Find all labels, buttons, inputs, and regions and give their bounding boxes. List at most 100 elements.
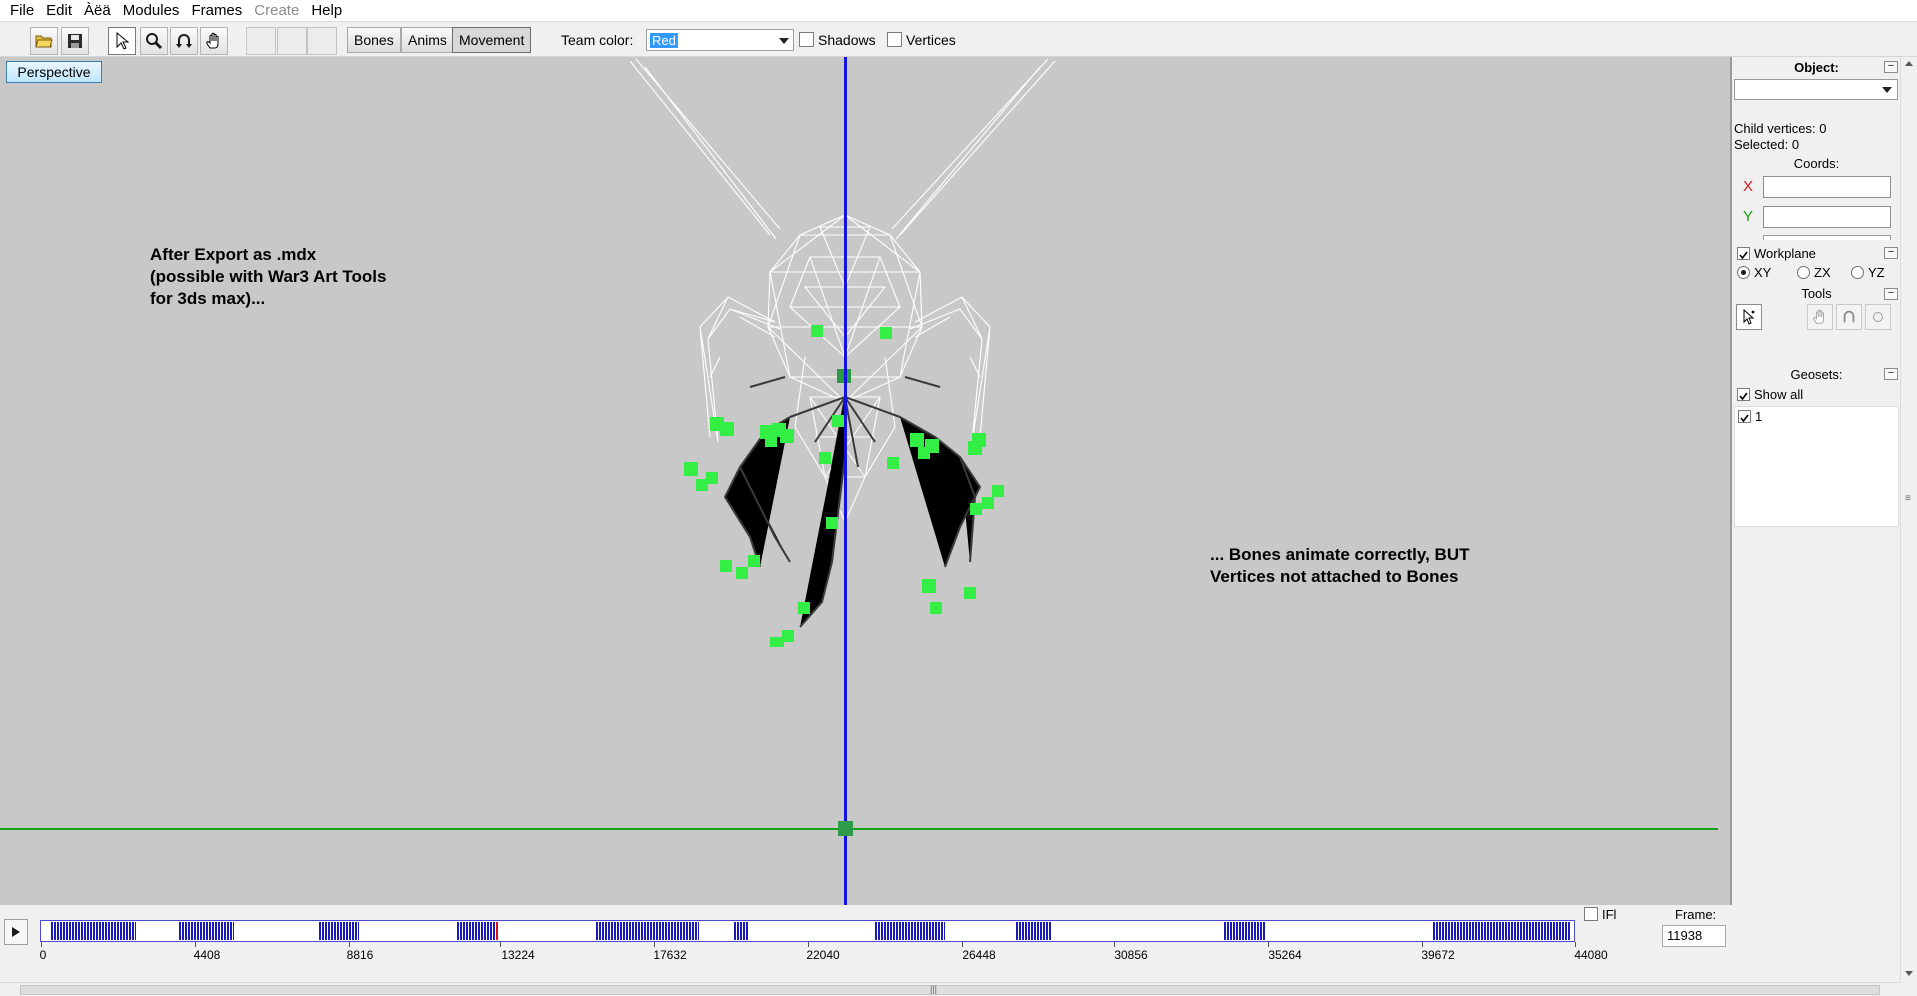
timeline-tick-label: 22040 [806,948,840,962]
keyframe-range [1433,922,1571,940]
object-collapse-button[interactable]: – [1884,61,1898,73]
open-button[interactable] [30,27,58,55]
chevron-down-icon [1882,87,1892,93]
shadows-checkbox[interactable] [799,32,814,47]
bone-links [723,376,982,628]
menu-edit[interactable]: Edit [40,0,78,22]
select-vertex-icon [1743,309,1755,325]
menu-frames[interactable]: Frames [185,0,248,22]
menu-view[interactable]: Àëä [78,0,117,22]
object-dropdown[interactable] [1734,79,1898,100]
zoom-tool-button[interactable] [140,27,168,55]
team-color-dropdown[interactable]: Red [646,29,794,51]
perspective-button[interactable]: Perspective [6,61,102,83]
timeline-cursor[interactable] [496,922,498,940]
keyframe-range [596,922,699,940]
timeline-tick [1114,942,1115,947]
magnifier-icon [146,33,163,50]
keyframe-range [875,922,945,940]
save-button[interactable] [61,27,89,55]
toolbar: Bones Anims Movement Team color: Red Sha… [0,22,1917,57]
vertical-scrollbar[interactable]: ≡ [1900,57,1917,982]
properties-panel: Object: – Child vertices: 0 Selected: 0 … [1733,57,1900,967]
show-all-label: Show all [1754,387,1804,402]
workplane-collapse-button[interactable]: – [1884,247,1898,259]
radio-yz[interactable] [1851,266,1864,279]
timeline-tick [808,942,809,947]
menu-file[interactable]: File [4,0,40,22]
timeline-tick [195,942,196,947]
menu-bar: File Edit Àëä Modules Frames Create Help [0,0,1917,22]
chevron-up-icon [1905,61,1913,66]
radio-zx[interactable] [1797,266,1810,279]
x-label: X [1743,178,1754,195]
toolbar-blank-button[interactable] [246,27,276,55]
timeline-tick [1575,942,1576,947]
hand-pan-icon [206,32,219,49]
workplane-label: Workplane [1754,246,1816,261]
annotation-left: After Export as .mdx (possible with War3… [150,245,387,308]
keyframe-range [1016,922,1052,940]
horizontal-scrollbar[interactable]: ||| [0,982,1900,996]
y-axis-line [844,57,847,905]
radio-yz-label: YZ [1868,265,1885,280]
geosets-label: Geosets: [1790,367,1843,382]
check-icon [1739,392,1748,401]
panel-select-tool[interactable] [1736,304,1762,330]
x-axis-line [0,828,1718,830]
timeline-tick-label: 17632 [653,948,687,962]
timeline-tick-label: 35264 [1268,948,1302,962]
play-button[interactable] [4,919,28,945]
timeline-tick-label: 13224 [501,948,535,962]
menu-help[interactable]: Help [305,0,348,22]
panel-scale-tool[interactable] [1865,304,1891,330]
ifl-label: IFl [1602,907,1617,922]
vertices-label: Vertices [906,32,956,48]
frame-input[interactable]: 11938 [1662,925,1726,947]
timeline-tick [654,942,655,947]
timeline-tick [500,942,501,947]
origin-node [838,821,853,836]
timeline-track[interactable] [40,920,1575,942]
geoset-checkbox[interactable] [1738,410,1751,423]
toolbar-blank-button[interactable] [277,27,307,55]
z-coord-input[interactable] [1763,235,1891,240]
timeline-tick-label: 30856 [1114,948,1148,962]
rotate-tool-button[interactable] [170,27,198,55]
chevron-down-icon [779,38,789,44]
tab-movement[interactable]: Movement [452,27,532,53]
viewport-3d[interactable]: Perspective After Export as .mdx (possib… [0,57,1732,905]
timeline-tick-label: 4408 [193,948,221,962]
check-icon [1739,251,1748,260]
geosets-collapse-button[interactable]: – [1884,368,1898,380]
timeline-tick [962,942,963,947]
y-coord-input[interactable] [1763,206,1891,228]
tools-collapse-button[interactable]: – [1884,288,1898,300]
radio-xy-label: XY [1754,265,1772,280]
x-coord-input[interactable] [1763,176,1891,198]
panel-pan-tool[interactable] [1807,304,1833,330]
pan-tool-button[interactable] [200,27,228,55]
radio-xy[interactable] [1737,266,1750,279]
show-all-checkbox[interactable] [1737,388,1750,401]
annotation-right: ... Bones animate correctly, BUT Vertice… [1210,545,1470,586]
ifl-checkbox[interactable] [1584,907,1598,921]
horizontal-scroll-thumb[interactable] [20,985,1880,995]
toolbar-blank-button[interactable] [307,27,337,55]
play-triangle-icon [12,927,20,937]
timeline-tick [1422,942,1423,947]
child-vertices-count: Child vertices: 0 [1734,121,1827,136]
select-tool-button[interactable] [108,27,136,55]
workplane-checkbox[interactable] [1737,247,1750,260]
coords-label: Coords: [1793,156,1840,171]
panel-rotate-tool[interactable] [1836,304,1862,330]
geoset-list: 1 [1734,406,1899,527]
menu-modules[interactable]: Modules [117,0,186,22]
tab-bones[interactable]: Bones [347,27,401,53]
tab-anims[interactable]: Anims [401,27,454,53]
rotate-arc-icon [1843,310,1855,323]
vertices-checkbox[interactable] [887,32,902,47]
hand-pan-icon [1813,309,1824,324]
geoset-label: 1 [1755,409,1763,424]
radio-zx-label: ZX [1814,265,1831,280]
